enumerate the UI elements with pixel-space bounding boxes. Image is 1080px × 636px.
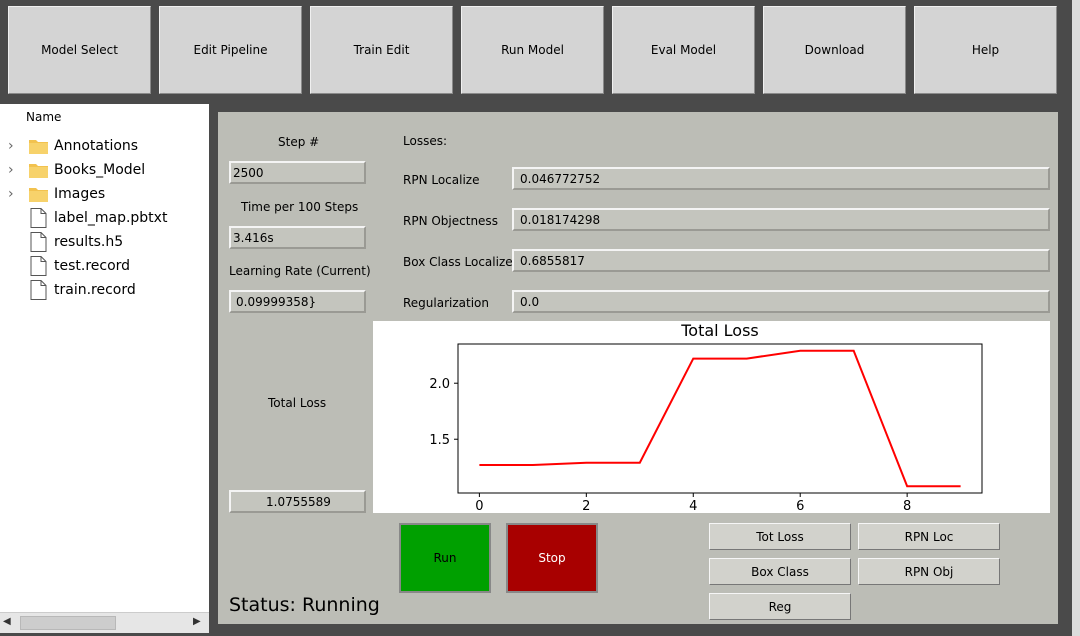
rpn-loc-plot-button[interactable]: RPN Loc: [858, 523, 1000, 550]
y-tick-label: 2.0: [429, 377, 450, 392]
window-scrollbar[interactable]: [1072, 0, 1080, 636]
tree-item-label-map[interactable]: label_map.pbtxt: [0, 206, 209, 230]
model-select-button[interactable]: Model Select: [8, 6, 151, 94]
step-label: Step #: [278, 135, 320, 149]
download-button[interactable]: Download: [763, 6, 906, 94]
file-icon: [30, 232, 47, 252]
run-button[interactable]: Run: [399, 523, 491, 593]
chevron-right-icon[interactable]: ›: [8, 162, 14, 178]
edit-pipeline-button[interactable]: Edit Pipeline: [159, 6, 302, 94]
train-edit-button[interactable]: Train Edit: [310, 6, 453, 94]
file-icon: [30, 256, 47, 276]
rpn-localize-field: 0.046772752: [512, 167, 1050, 190]
scroll-thumb[interactable]: [20, 616, 116, 630]
tree-item-annotations[interactable]: › Annotations: [0, 134, 209, 158]
tot-loss-plot-button[interactable]: Tot Loss: [709, 523, 851, 550]
scroll-left-icon[interactable]: ◀: [3, 616, 11, 627]
rpn-objectness-field: 0.018174298: [512, 208, 1050, 231]
tree-item-label: Images: [54, 186, 106, 202]
chevron-right-icon[interactable]: ›: [8, 186, 14, 202]
x-tick-label: 0: [475, 499, 483, 513]
plot-frame: [457, 343, 983, 494]
tree-header-name: Name: [26, 110, 62, 124]
chart-title: Total Loss: [680, 321, 759, 340]
x-tick-label: 6: [796, 499, 804, 513]
total-loss-chart: Total Loss 0 2 4 6 8 1.5 2.0: [373, 321, 1050, 514]
tree-horizontal-scrollbar[interactable]: ◀ ▶: [0, 612, 209, 633]
toolbar: Model Select Edit Pipeline Train Edit Ru…: [0, 0, 1072, 102]
total-loss-field: 1.0755589: [229, 490, 366, 513]
x-tick-label: 2: [582, 499, 590, 513]
step-field: 2500: [229, 161, 366, 184]
help-button[interactable]: Help: [914, 6, 1057, 94]
losses-header: Losses:: [403, 134, 447, 148]
tree-item-label: test.record: [54, 258, 131, 274]
stop-button[interactable]: Stop: [506, 523, 598, 593]
x-tick-label: 8: [903, 499, 911, 513]
regularization-label: Regularization: [403, 296, 489, 310]
tree-item-test-record[interactable]: test.record: [0, 254, 209, 278]
tree-item-images[interactable]: › Images: [0, 182, 209, 206]
scroll-right-icon[interactable]: ▶: [193, 616, 201, 627]
tree-item-label: label_map.pbtxt: [54, 210, 168, 226]
eval-model-button[interactable]: Eval Model: [612, 6, 755, 94]
y-tick-label: 1.5: [429, 433, 450, 448]
time-per-steps-label: Time per 100 Steps: [241, 200, 359, 214]
tree-item-label: train.record: [54, 282, 136, 298]
tree-item-label: Annotations: [54, 138, 139, 154]
series-line-0: [479, 349, 961, 488]
folder-icon: [29, 188, 48, 202]
tree-item-results[interactable]: results.h5: [0, 230, 209, 254]
file-tree: Name › Annotations › Books_Model › Image…: [0, 104, 209, 612]
total-loss-chart-svg: Total Loss 0 2 4 6 8 1.5 2.0: [429, 321, 983, 514]
rpn-localize-label: RPN Localize: [403, 173, 480, 187]
box-class-plot-button[interactable]: Box Class: [709, 558, 851, 585]
chevron-right-icon[interactable]: ›: [8, 138, 14, 154]
reg-plot-button[interactable]: Reg: [709, 593, 851, 620]
learning-rate-label: Learning Rate (Current): [229, 264, 371, 278]
rpn-obj-plot-button[interactable]: RPN Obj: [858, 558, 1000, 585]
time-field: 3.416s: [229, 226, 366, 249]
tree-item-train-record[interactable]: train.record: [0, 278, 209, 302]
box-class-localize-field: 0.6855817: [512, 249, 1050, 272]
tree-item-books-model[interactable]: › Books_Model: [0, 158, 209, 182]
tree-item-label: Books_Model: [54, 162, 146, 178]
file-icon: [30, 280, 47, 300]
file-icon: [30, 208, 47, 228]
learning-rate-field: 0.09999358}: [229, 290, 366, 313]
training-panel: Step # 2500 Time per 100 Steps 3.416s Le…: [218, 112, 1058, 624]
total-loss-label: Total Loss: [268, 396, 327, 410]
rpn-objectness-label: RPN Objectness: [403, 214, 498, 228]
tree-item-label: results.h5: [54, 234, 124, 250]
x-tick-label: 4: [689, 499, 697, 513]
run-model-button[interactable]: Run Model: [461, 6, 604, 94]
folder-icon: [29, 164, 48, 178]
status-text: Status: Running: [229, 594, 380, 616]
folder-icon: [29, 140, 48, 154]
regularization-field: 0.0: [512, 290, 1050, 313]
box-class-localize-label: Box Class Localize: [403, 255, 513, 269]
